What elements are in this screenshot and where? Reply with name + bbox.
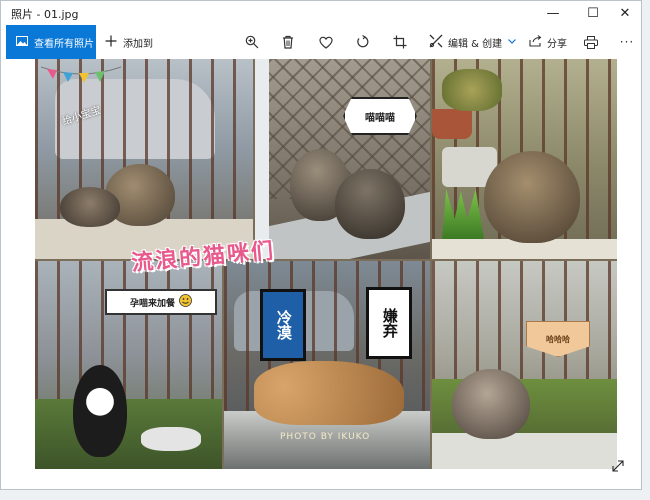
title-bar: 照片 - 01.jpg — ☐ ✕ bbox=[1, 1, 641, 25]
cat-tabby-large bbox=[484, 151, 580, 243]
minimize-button[interactable]: — bbox=[535, 1, 571, 25]
white-ledge bbox=[432, 433, 617, 469]
fullscreen-expand-icon[interactable] bbox=[612, 460, 626, 474]
add-to-label: 添加到 bbox=[123, 38, 153, 50]
window-title: 照片 - 01.jpg bbox=[11, 8, 79, 21]
cat-tabby-2 bbox=[60, 187, 120, 227]
rotate-icon[interactable] bbox=[353, 32, 373, 52]
cat-tuxedo bbox=[73, 365, 127, 457]
photo-panel-top-middle: 喵喵喵 bbox=[255, 59, 430, 259]
add-to-button[interactable]: 添加到 bbox=[105, 25, 153, 59]
delete-icon[interactable] bbox=[278, 32, 298, 52]
photo-panel-bottom-middle: 冷漠 嫌弃 PHOTO BY IKUKO bbox=[224, 261, 430, 469]
cat-orange bbox=[254, 361, 404, 425]
window-frame bbox=[255, 59, 269, 259]
speech-bubble-sign: 喵喵喵 bbox=[343, 97, 417, 135]
share-label: 分享 bbox=[547, 38, 567, 50]
photo-panel-top-left: 给小宝宝 bbox=[35, 59, 253, 259]
toolbar: 查看所有照片 添加到 编辑 & 创建 分享 ··· bbox=[1, 25, 641, 59]
bunting-decoration bbox=[40, 63, 122, 85]
photo-panel-bottom-left: 孕喵来加餐 bbox=[35, 261, 222, 469]
share-icon bbox=[529, 34, 542, 50]
share-button[interactable]: 分享 bbox=[529, 25, 567, 59]
edit-create-icon bbox=[429, 34, 443, 51]
minimize-icon: — bbox=[546, 5, 560, 21]
photo-icon bbox=[16, 35, 28, 50]
print-icon[interactable] bbox=[581, 32, 601, 52]
close-button[interactable]: ✕ bbox=[607, 1, 643, 25]
flower-pot bbox=[432, 109, 472, 139]
cat-tabby-white bbox=[452, 369, 530, 439]
potted-plant bbox=[442, 69, 502, 111]
more-options-button[interactable]: ··· bbox=[617, 32, 637, 52]
view-all-photos-button[interactable]: 查看所有照片 bbox=[6, 25, 96, 59]
close-icon: ✕ bbox=[619, 5, 631, 21]
watermark-text: PHOTO BY IKUKO bbox=[280, 432, 371, 442]
sticker-pregnant-banner: 孕喵来加餐 bbox=[105, 289, 217, 315]
zoom-in-icon[interactable] bbox=[242, 32, 262, 52]
white-cloth bbox=[141, 427, 201, 451]
crop-icon[interactable] bbox=[390, 32, 410, 52]
photos-window: 照片 - 01.jpg — ☐ ✕ 查看所有照片 添加到 编辑 & 创建 分享 … bbox=[0, 0, 642, 490]
view-all-label: 查看所有照片 bbox=[34, 38, 94, 50]
cat-dark-tabby bbox=[335, 169, 405, 239]
favorite-heart-icon[interactable] bbox=[316, 32, 336, 52]
edit-create-label: 编辑 & 创建 bbox=[448, 38, 503, 50]
edit-create-button[interactable]: 编辑 & 创建 bbox=[429, 25, 517, 59]
photo-panel-bottom-right: 哈哈哈 bbox=[432, 261, 617, 469]
maximize-button[interactable]: ☐ bbox=[575, 1, 611, 25]
smile-emoji-icon bbox=[179, 294, 192, 310]
banner-text: 孕喵来加餐 bbox=[129, 298, 175, 309]
photo-panel-top-right bbox=[432, 59, 617, 259]
sign-dislike: 嫌弃 bbox=[366, 287, 412, 359]
photo-image: 给小宝宝 喵喵喵 孕喵来加餐 冷漠 嫌弃 PHOTO BY IKUKO 哈哈哈 … bbox=[35, 59, 617, 469]
chevron-down-icon bbox=[508, 37, 517, 47]
plus-icon bbox=[105, 35, 117, 50]
sign-cold: 冷漠 bbox=[260, 289, 306, 361]
maximize-icon: ☐ bbox=[587, 5, 599, 21]
